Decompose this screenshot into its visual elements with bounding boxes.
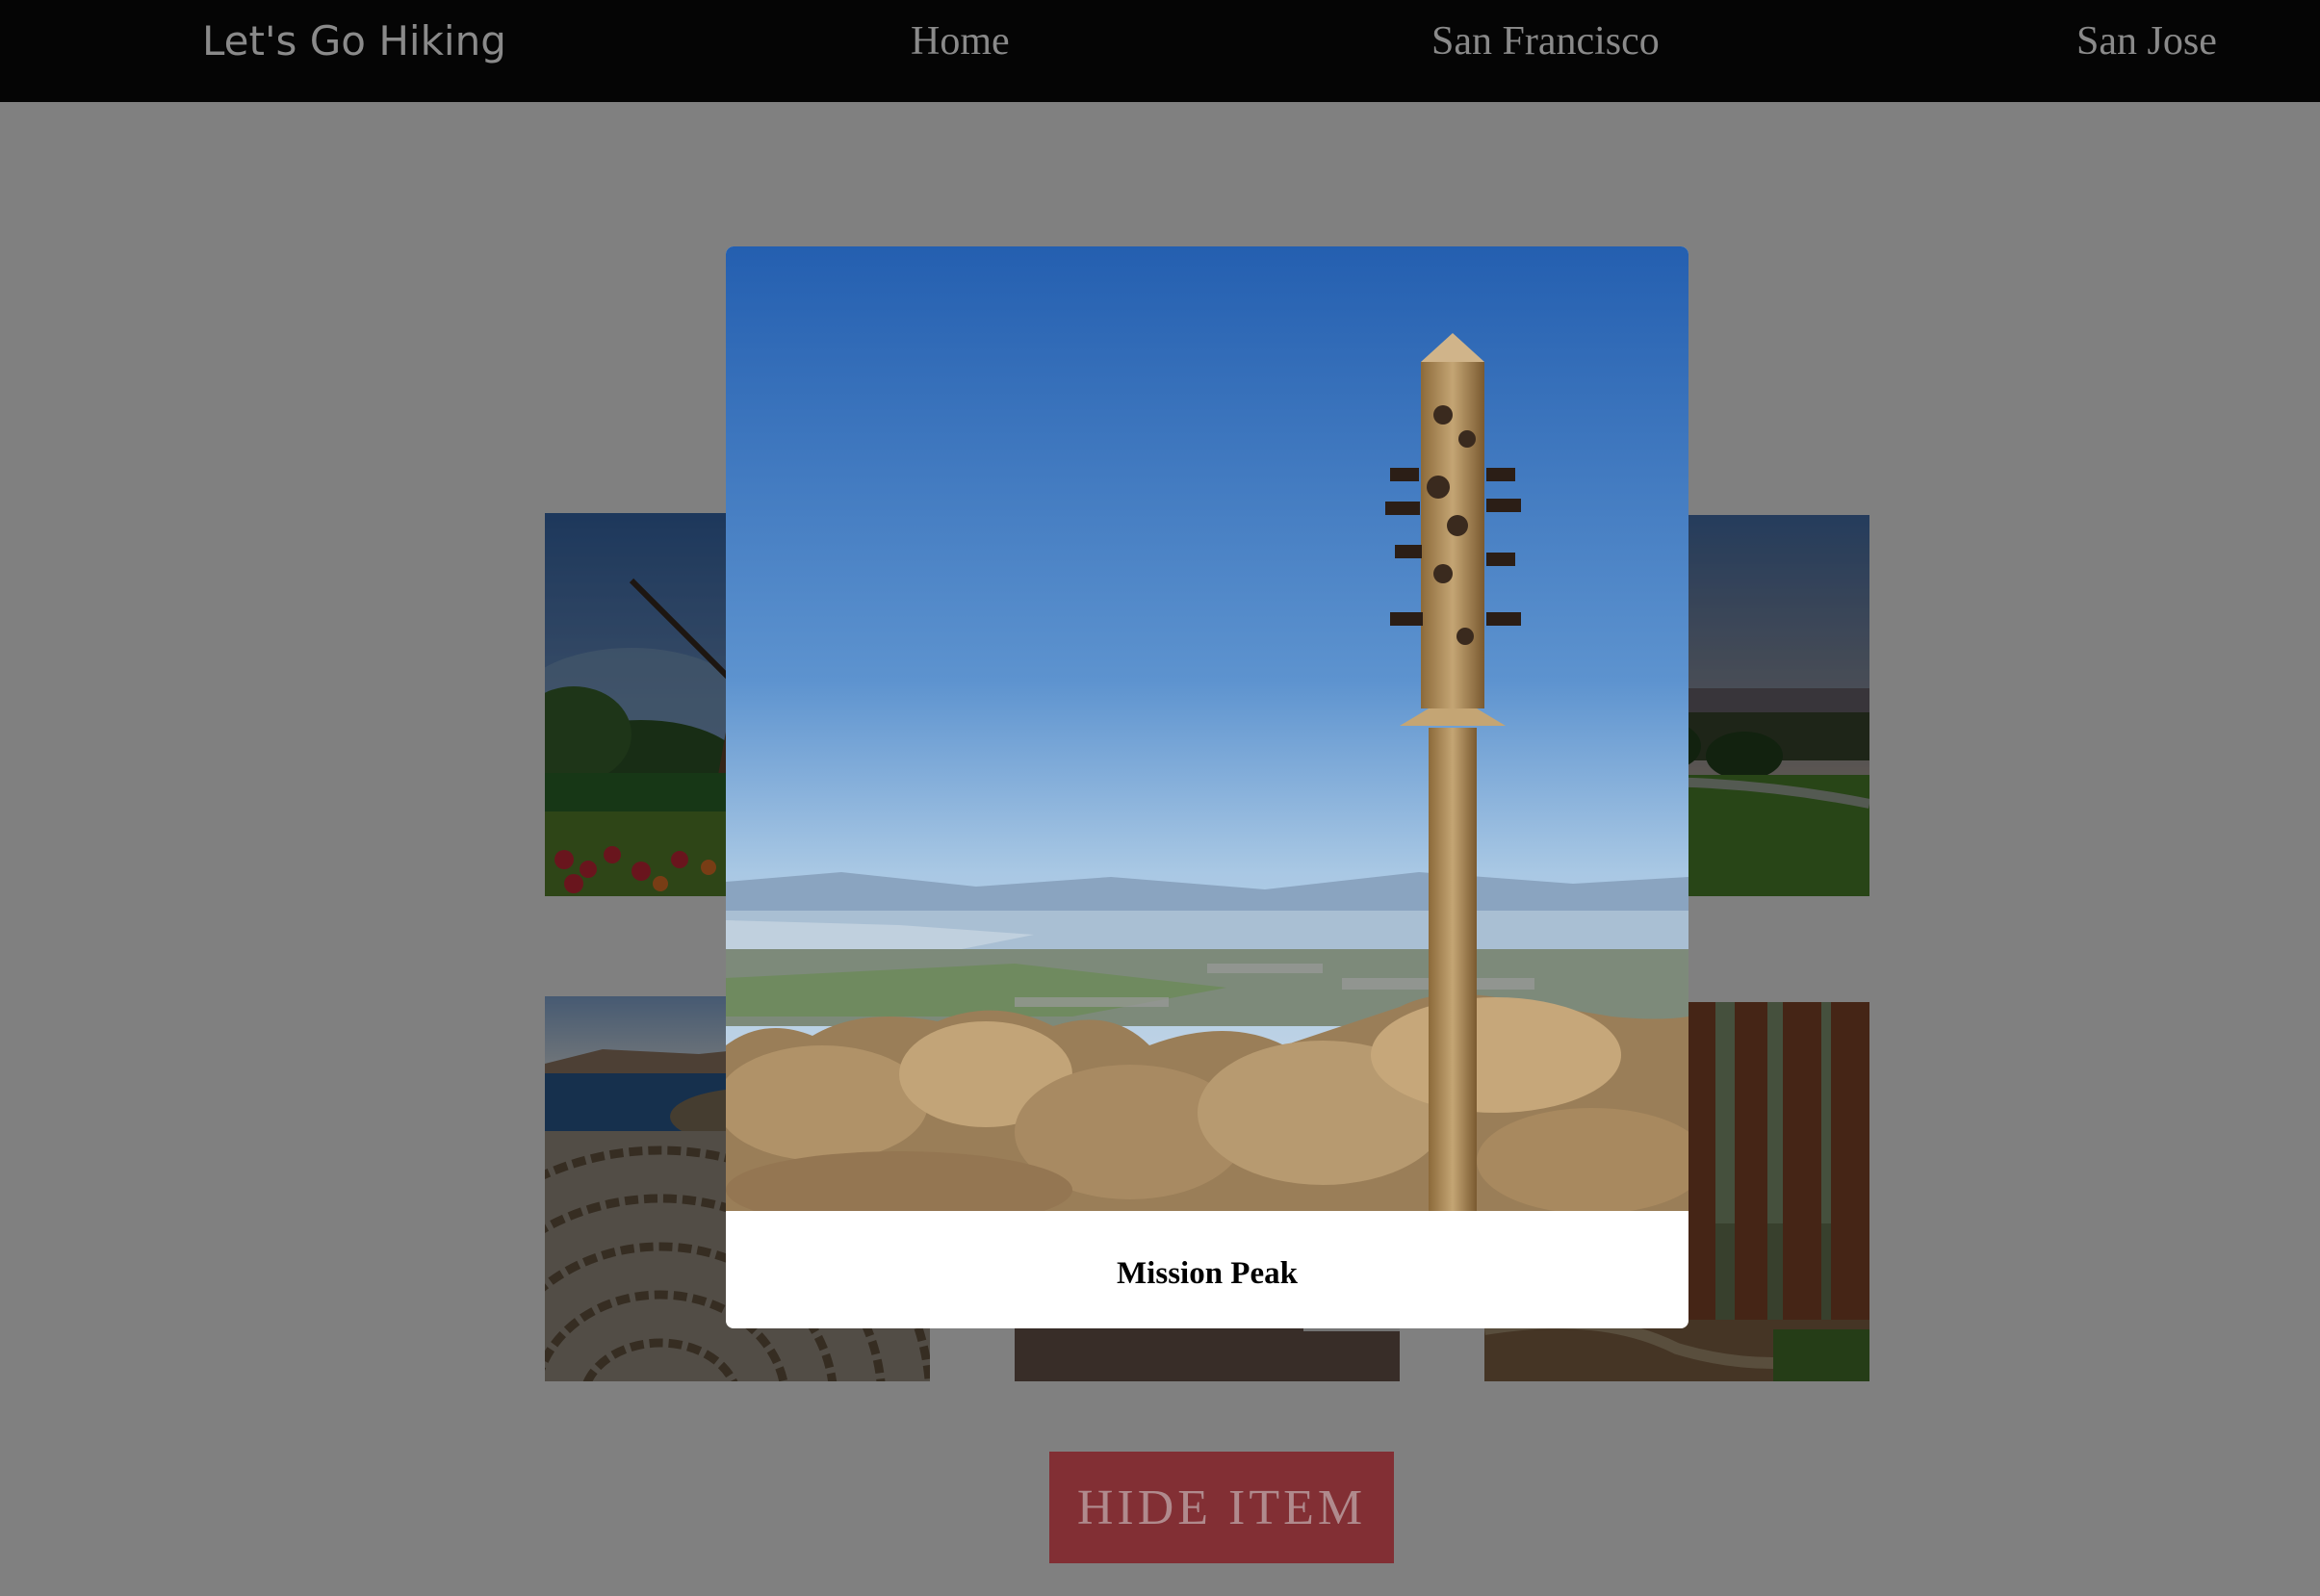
top-navbar: Let's Go Hiking Home San Francisco San J…: [0, 0, 2320, 102]
modal-caption: Mission Peak: [1117, 1255, 1298, 1291]
nav-link-san-jose[interactable]: San Jose: [2076, 0, 2217, 83]
nav-link-home[interactable]: Home: [911, 0, 1010, 83]
nav-link-san-francisco[interactable]: San Francisco: [1431, 0, 1660, 83]
modal-image: [726, 246, 1688, 1211]
brand-link[interactable]: Let's Go Hiking: [202, 0, 506, 83]
image-modal: Mission Peak: [726, 246, 1688, 1328]
hide-item-button[interactable]: HIDE ITEM: [1049, 1452, 1394, 1563]
mission-peak-photo: [726, 246, 1688, 1211]
